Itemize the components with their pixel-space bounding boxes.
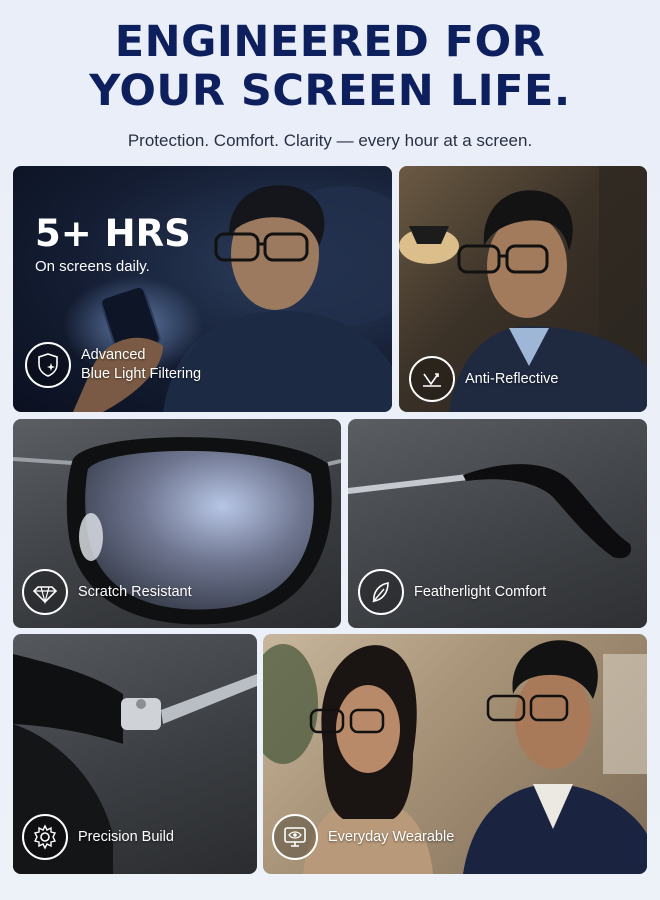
card-scratch-resistant: Scratch Resistant [13, 419, 341, 628]
shield-sparkle-icon [25, 342, 71, 388]
feature-label: Featherlight Comfort [414, 583, 547, 600]
card-everyday-wearable: Everyday Wearable [263, 634, 647, 874]
card-precision-build: Precision Build [13, 634, 257, 874]
feature-label-line-2: Blue Light Filtering [81, 366, 202, 382]
card-blue-light: 5+ HRS On screens daily. Advanced Blue L… [13, 166, 392, 412]
stat-caption: On screens daily. [35, 258, 150, 275]
tagline: Protection. Comfort. Clarity — every hou… [127, 131, 533, 150]
feature-badge-scratch-resistant: Scratch Resistant [22, 569, 192, 615]
feature-label: Everyday Wearable [328, 828, 455, 845]
feather-icon [358, 569, 404, 615]
feature-badge-anti-reflective: Anti-Reflective [409, 356, 558, 402]
feature-badge-everyday-wearable: Everyday Wearable [272, 814, 454, 860]
feature-label: Precision Build [78, 828, 174, 845]
stat-value: 5+ HRS [35, 212, 191, 255]
feature-label-line-1: Advanced [81, 347, 146, 363]
headline-line-2: YOUR SCREEN LIFE. [89, 66, 571, 116]
stat-block: 5+ HRS On screens daily. [35, 212, 191, 276]
feature-badge-blue-light: Advanced Blue Light Filtering [25, 342, 201, 388]
headline-line-1: ENGINEERED FOR [114, 17, 546, 67]
feature-badge-precision-build: Precision Build [22, 814, 174, 860]
card-featherlight: Featherlight Comfort [348, 419, 647, 628]
headline: ENGINEERED FOR YOUR SCREEN LIFE. [0, 18, 660, 116]
reflection-arrows-icon [409, 356, 455, 402]
feature-label: Scratch Resistant [78, 583, 192, 600]
feature-badge-featherlight: Featherlight Comfort [358, 569, 546, 615]
feature-label: Anti-Reflective [465, 370, 559, 387]
diamond-icon [22, 569, 68, 615]
eye-monitor-icon [272, 814, 318, 860]
gear-icon [22, 814, 68, 860]
feature-label: Advanced Blue Light Filtering [81, 346, 201, 384]
card-anti-reflective: Anti-Reflective [399, 166, 647, 412]
